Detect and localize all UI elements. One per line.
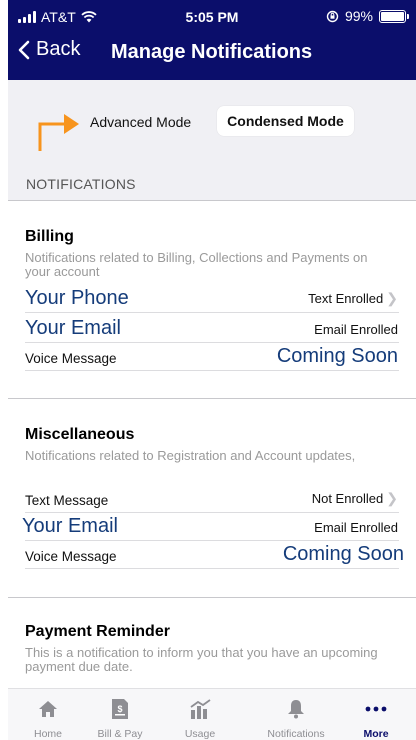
mode-selector-area: Advanced Mode Condensed Mode NOTIFICATIO… xyxy=(8,80,416,200)
row-value: Coming Soon xyxy=(276,345,398,367)
bill-icon: $ xyxy=(107,698,133,720)
tab-label: Bill & Pay xyxy=(97,728,143,740)
tab-usage[interactable]: Usage xyxy=(160,689,240,740)
misc-row-voice[interactable]: Voice Message Coming Soon xyxy=(25,542,404,566)
row-label: Your Phone xyxy=(25,287,129,309)
section-divider xyxy=(8,597,416,598)
status-right: 99% xyxy=(326,8,409,24)
section-divider xyxy=(8,398,416,399)
row-label: Your Email xyxy=(25,317,121,339)
more-dots-icon xyxy=(363,698,389,720)
row-divider xyxy=(25,342,399,343)
misc-row-email[interactable]: Your Email Email Enrolled xyxy=(22,514,398,538)
row-value: Email Enrolled xyxy=(314,322,398,337)
chevron-right-icon: ❯ xyxy=(386,290,398,306)
billing-title: Billing xyxy=(25,228,74,245)
misc-row-text[interactable]: Text Message Not Enrolled ❯ xyxy=(25,486,398,510)
tab-bar: Home $ Bill & Pay Usage Notifications Mo… xyxy=(8,688,416,740)
page-title: Manage Notifications xyxy=(111,41,313,63)
tab-more[interactable]: More xyxy=(336,689,416,740)
payment-reminder-description: This is a notification to inform you tha… xyxy=(25,645,378,674)
bell-icon xyxy=(283,698,309,720)
billing-row-voice[interactable]: Voice Message Coming Soon xyxy=(25,344,398,368)
billing-description: Notifications related to Billing, Collec… xyxy=(25,250,368,279)
status-bar: AT&T 5:05 PM 99% xyxy=(8,0,416,32)
tab-label: Notifications xyxy=(267,728,325,740)
row-label: Your Email xyxy=(22,515,118,537)
tab-home[interactable]: Home xyxy=(8,689,88,740)
payment-reminder-title: Payment Reminder xyxy=(25,623,170,640)
back-button[interactable]: Back xyxy=(18,38,80,61)
row-divider xyxy=(25,312,399,313)
orientation-lock-icon xyxy=(326,10,339,22)
usage-chart-icon xyxy=(187,698,213,720)
row-value: Email Enrolled xyxy=(314,520,398,535)
billing-row-phone[interactable]: Your Phone Text Enrolled ❯ xyxy=(25,286,398,310)
row-value: Not Enrolled ❯ xyxy=(311,490,398,506)
top-bar: AT&T 5:05 PM 99% Back Manage Notificatio… xyxy=(8,0,416,80)
navigation-bar: Back Manage Notifications xyxy=(8,32,416,80)
divider xyxy=(8,200,416,201)
condensed-mode-option[interactable]: Condensed Mode xyxy=(217,106,354,136)
tab-bill-pay[interactable]: $ Bill & Pay xyxy=(80,689,160,740)
back-label: Back xyxy=(36,38,81,60)
home-icon xyxy=(35,698,61,720)
row-label: Text Message xyxy=(25,493,109,508)
row-divider xyxy=(25,370,399,371)
svg-text:$: $ xyxy=(117,704,122,714)
row-value: Coming Soon xyxy=(282,543,404,565)
tab-notifications[interactable]: Notifications xyxy=(256,689,336,740)
row-divider xyxy=(25,540,399,541)
chevron-left-icon xyxy=(18,40,30,59)
miscellaneous-title: Miscellaneous xyxy=(25,426,135,443)
arrow-pointer-icon xyxy=(38,114,79,151)
battery-icon xyxy=(379,9,409,23)
row-label: Voice Message xyxy=(25,351,117,366)
phone-screen: AT&T 5:05 PM 99% Back Manage Notificatio… xyxy=(8,0,416,740)
tab-label: Home xyxy=(33,728,62,740)
row-value: Text Enrolled ❯ xyxy=(308,290,398,306)
advanced-mode-option[interactable]: Advanced Mode xyxy=(90,114,191,130)
tab-label: More xyxy=(363,728,389,740)
billing-row-email[interactable]: Your Email Email Enrolled xyxy=(25,316,398,340)
section-header: NOTIFICATIONS xyxy=(26,176,136,192)
battery-percent: 99% xyxy=(344,8,373,24)
row-label: Voice Message xyxy=(25,549,117,564)
miscellaneous-description: Notifications related to Registration an… xyxy=(25,448,356,463)
row-divider xyxy=(25,568,399,569)
row-divider xyxy=(25,512,399,513)
chevron-right-icon: ❯ xyxy=(386,490,398,506)
tab-label: Usage xyxy=(184,728,216,740)
